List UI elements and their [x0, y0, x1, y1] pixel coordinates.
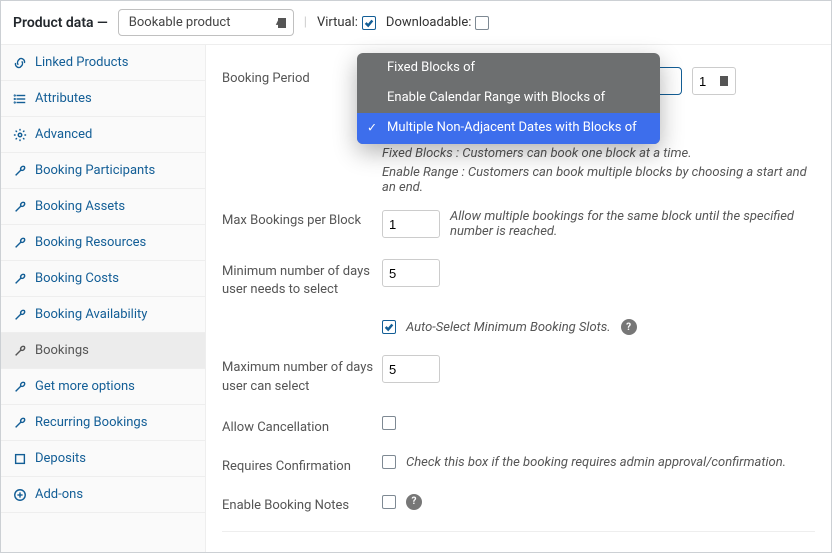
- sidebar-item-advanced[interactable]: Advanced: [1, 117, 205, 153]
- booking-period-qty-input[interactable]: [692, 67, 736, 95]
- wrench-icon: [13, 164, 27, 178]
- max-days-row: Maximum number of days user can select: [222, 345, 815, 405]
- virtual-checkbox[interactable]: [362, 16, 376, 30]
- requires-confirm-row: Requires Confirmation Check this box if …: [222, 445, 815, 484]
- sidebar-item-label: Advanced: [35, 127, 92, 142]
- sidebar-item-booking-assets[interactable]: Booking Assets: [1, 189, 205, 225]
- sidebar-item-get-more-options[interactable]: Get more options: [1, 369, 205, 405]
- sidebar-item-label: Deposits: [35, 451, 86, 466]
- min-days-row: Minimum number of days user needs to sel…: [222, 249, 815, 309]
- allow-cancel-label: Allow Cancellation: [222, 416, 382, 435]
- max-bookings-label: Max Bookings per Block: [222, 209, 382, 228]
- min-days-label: Minimum number of days user needs to sel…: [222, 259, 382, 299]
- virtual-checkbox-label[interactable]: Virtual:: [317, 15, 376, 30]
- sidebar-item-bookings[interactable]: Bookings: [1, 333, 205, 369]
- dropdown-option[interactable]: Enable Calendar Range with Blocks of: [357, 83, 660, 113]
- panel-title: Product data —: [13, 15, 108, 31]
- chevron-updown-icon: ▴▾: [276, 18, 286, 28]
- sidebar-item-deposits[interactable]: Deposits: [1, 441, 205, 477]
- sidebar-item-label: Recurring Bookings: [35, 415, 147, 430]
- sidebar-item-label: Booking Costs: [35, 271, 119, 286]
- divider: [222, 531, 815, 532]
- sidebar-item-label: Attributes: [35, 91, 92, 106]
- booking-period-dropdown[interactable]: Fixed Blocks ofEnable Calendar Range wit…: [357, 53, 660, 144]
- settings-content: Booking Period Month(s) ▴▾ Fixed Blocks …: [206, 45, 831, 552]
- gear-icon: [13, 128, 27, 142]
- wrench-icon: [13, 272, 27, 286]
- requires-confirm-hint: Check this box if the booking requires a…: [406, 455, 786, 470]
- sidebar-item-attributes[interactable]: Attributes: [1, 81, 205, 117]
- max-bookings-input[interactable]: [382, 210, 440, 238]
- booking-period-desc1: Fixed Blocks : Customers can book one bl…: [382, 146, 815, 161]
- downloadable-checkbox[interactable]: [475, 16, 489, 30]
- square-icon: [13, 452, 27, 466]
- enable-notes-label: Enable Booking Notes: [222, 494, 382, 513]
- virtual-label: Virtual:: [317, 15, 358, 30]
- wrench-icon: [13, 236, 27, 250]
- separator: |: [304, 15, 307, 30]
- max-days-input[interactable]: [382, 355, 440, 383]
- sidebar-item-booking-availability[interactable]: Booking Availability: [1, 297, 205, 333]
- sidebar-item-label: Booking Resources: [35, 235, 146, 250]
- allow-cancel-checkbox[interactable]: [382, 416, 396, 430]
- allow-cancel-row: Allow Cancellation: [222, 406, 815, 445]
- booking-period-desc2: Enable Range : Customers can book multip…: [382, 165, 815, 195]
- auto-select-label: Auto-Select Minimum Booking Slots.: [406, 320, 611, 335]
- link-icon: [13, 56, 27, 70]
- downloadable-label: Downloadable:: [386, 15, 471, 30]
- booking-period-descriptions: Fixed Blocks : Customers can book one bl…: [382, 142, 815, 195]
- wrench-icon: [13, 416, 27, 430]
- enable-notes-checkbox[interactable]: [382, 495, 396, 509]
- requires-confirm-label: Requires Confirmation: [222, 455, 382, 474]
- auto-select-checkbox[interactable]: [382, 320, 396, 334]
- sidebar-item-label: Add-ons: [35, 487, 83, 502]
- sidebar-item-label: Booking Availability: [35, 307, 147, 322]
- help-icon[interactable]: ?: [621, 319, 637, 335]
- sidebar-item-label: Get more options: [35, 379, 135, 394]
- max-days-label: Maximum number of days user can select: [222, 355, 382, 395]
- wrench-icon: [13, 344, 27, 358]
- dropdown-option[interactable]: Fixed Blocks of: [357, 53, 660, 83]
- sidebar-item-add-ons[interactable]: Add-ons: [1, 477, 205, 513]
- min-days-input[interactable]: [382, 259, 440, 287]
- sidebar-item-label: Bookings: [35, 343, 89, 358]
- sidebar-item-booking-participants[interactable]: Booking Participants: [1, 153, 205, 189]
- downloadable-checkbox-label[interactable]: Downloadable:: [386, 15, 489, 30]
- max-bookings-row: Max Bookings per Block Allow multiple bo…: [222, 199, 815, 249]
- requires-confirm-checkbox[interactable]: [382, 455, 396, 469]
- product-type-select[interactable]: Bookable product: [118, 9, 294, 36]
- auto-select-row: Auto-Select Minimum Booking Slots. ?: [222, 309, 815, 345]
- wrench-icon: [13, 308, 27, 322]
- product-type-select-wrap[interactable]: Bookable product ▴▾: [118, 9, 294, 36]
- sidebar-item-label: Linked Products: [35, 55, 128, 70]
- booking-period-row: Booking Period Month(s) ▴▾ Fixed Blocks …: [222, 57, 815, 142]
- plus-icon: [13, 488, 27, 502]
- list-icon: [13, 92, 27, 106]
- panel-header: Product data — Bookable product ▴▾ | Vir…: [1, 1, 831, 45]
- enable-notes-row: Enable Booking Notes ?: [222, 484, 815, 523]
- wrench-icon: [13, 200, 27, 214]
- help-icon[interactable]: ?: [406, 494, 422, 510]
- wrench-icon: [13, 380, 27, 394]
- sidebar-item-linked-products[interactable]: Linked Products: [1, 45, 205, 81]
- sidebar-item-booking-costs[interactable]: Booking Costs: [1, 261, 205, 297]
- sidebar-item-label: Booking Assets: [35, 199, 125, 214]
- sidebar-item-label: Booking Participants: [35, 163, 155, 178]
- settings-sidebar: Linked Products Attributes Advanced Booking…: [1, 45, 206, 552]
- sidebar-item-booking-resources[interactable]: Booking Resources: [1, 225, 205, 261]
- dropdown-option[interactable]: Multiple Non-Adjacent Dates with Blocks …: [357, 113, 660, 143]
- booking-period-qty-wrap: [692, 67, 736, 95]
- max-bookings-hint: Allow multiple bookings for the same blo…: [450, 209, 815, 239]
- sidebar-item-recurring-bookings[interactable]: Recurring Bookings: [1, 405, 205, 441]
